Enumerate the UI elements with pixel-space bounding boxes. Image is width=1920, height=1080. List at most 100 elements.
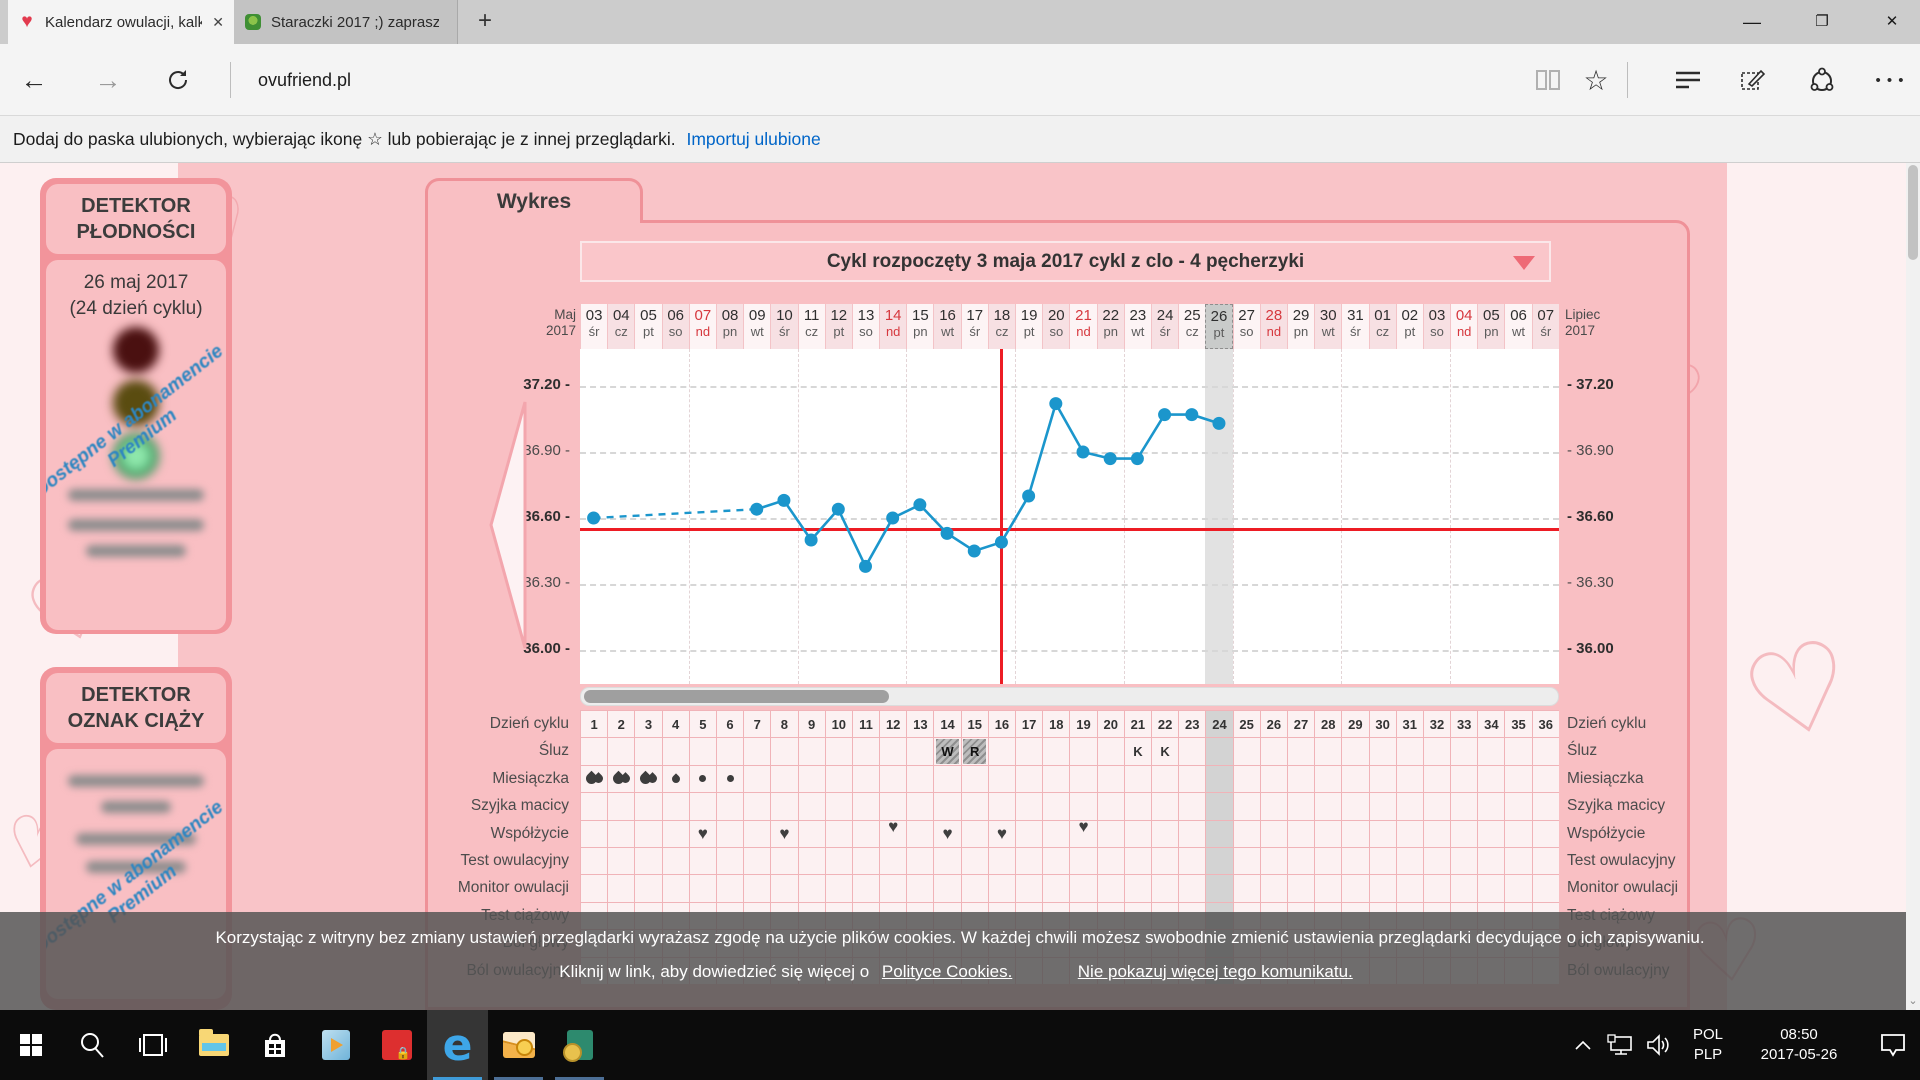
table-cell-Miesiączka-day-15[interactable] [961, 765, 988, 792]
table-cell-Miesiączka-day-26[interactable] [1260, 765, 1287, 792]
table-cell-Współżycie-day-11[interactable] [852, 820, 879, 847]
table-cell-Współżycie-day-26[interactable] [1260, 820, 1287, 847]
table-cell-Monitor owulacji-day-9[interactable] [798, 874, 825, 901]
table-cell-Miesiączka-day-12[interactable] [879, 765, 906, 792]
table-cell-Dzień cyklu-day-14[interactable]: 14 [933, 710, 960, 737]
table-cell-Monitor owulacji-day-27[interactable] [1287, 874, 1314, 901]
tab-kalendarz-owulacji[interactable]: ♥ Kalendarz owulacji, kalk ✕ [8, 0, 234, 44]
table-cell-Monitor owulacji-day-28[interactable] [1314, 874, 1341, 901]
table-cell-Współżycie-day-20[interactable] [1097, 820, 1124, 847]
table-cell-Dzień cyklu-day-7[interactable]: 7 [743, 710, 770, 737]
table-cell-Współżycie-day-8[interactable]: ♥ [770, 820, 797, 847]
table-cell-Test owulacyjny-day-13[interactable] [906, 847, 933, 874]
table-cell-Śluz-day-36[interactable] [1532, 737, 1559, 764]
table-cell-Szyjka macicy-day-29[interactable] [1341, 792, 1368, 819]
table-cell-Test owulacyjny-day-7[interactable] [743, 847, 770, 874]
table-cell-Szyjka macicy-day-9[interactable] [798, 792, 825, 819]
table-cell-Miesiączka-day-27[interactable] [1287, 765, 1314, 792]
table-cell-Dzień cyklu-day-35[interactable]: 35 [1504, 710, 1531, 737]
table-cell-Współżycie-day-3[interactable] [634, 820, 661, 847]
table-cell-Śluz-day-4[interactable] [662, 737, 689, 764]
table-cell-Miesiączka-day-22[interactable] [1151, 765, 1178, 792]
table-cell-Miesiączka-day-9[interactable] [798, 765, 825, 792]
table-cell-Test owulacyjny-day-23[interactable] [1178, 847, 1205, 874]
previous-cycle-arrow[interactable] [488, 399, 528, 656]
import-favorites-link[interactable]: Importuj ulubione [686, 129, 820, 149]
table-cell-Test owulacyjny-day-28[interactable] [1314, 847, 1341, 874]
table-cell-Miesiączka-day-10[interactable] [825, 765, 852, 792]
table-cell-Współżycie-day-30[interactable] [1369, 820, 1396, 847]
media-player-button[interactable] [305, 1010, 366, 1080]
table-cell-Miesiączka-day-36[interactable] [1532, 765, 1559, 792]
table-cell-Dzień cyklu-day-17[interactable]: 17 [1015, 710, 1042, 737]
table-cell-Test owulacyjny-day-26[interactable] [1260, 847, 1287, 874]
table-cell-Szyjka macicy-day-22[interactable] [1151, 792, 1178, 819]
table-cell-Monitor owulacji-day-2[interactable] [607, 874, 634, 901]
table-cell-Dzień cyklu-day-13[interactable]: 13 [906, 710, 933, 737]
table-cell-Monitor owulacji-day-25[interactable] [1233, 874, 1260, 901]
table-cell-Szyjka macicy-day-5[interactable] [689, 792, 716, 819]
table-cell-Monitor owulacji-day-21[interactable] [1124, 874, 1151, 901]
table-cell-Szyjka macicy-day-26[interactable] [1260, 792, 1287, 819]
table-cell-Śluz-day-19[interactable] [1069, 737, 1096, 764]
table-cell-Współżycie-day-24[interactable] [1205, 820, 1232, 847]
table-cell-Dzień cyklu-day-25[interactable]: 25 [1233, 710, 1260, 737]
table-cell-Dzień cyklu-day-27[interactable]: 27 [1287, 710, 1314, 737]
table-cell-Szyjka macicy-day-33[interactable] [1450, 792, 1477, 819]
table-cell-Szyjka macicy-day-18[interactable] [1042, 792, 1069, 819]
table-cell-Szyjka macicy-day-11[interactable] [852, 792, 879, 819]
table-cell-Szyjka macicy-day-36[interactable] [1532, 792, 1559, 819]
table-cell-Współżycie-day-4[interactable] [662, 820, 689, 847]
table-cell-Miesiączka-day-28[interactable] [1314, 765, 1341, 792]
table-cell-Śluz-day-23[interactable] [1178, 737, 1205, 764]
table-cell-Dzień cyklu-day-36[interactable]: 36 [1532, 710, 1559, 737]
table-cell-Śluz-day-11[interactable] [852, 737, 879, 764]
table-cell-Szyjka macicy-day-34[interactable] [1477, 792, 1504, 819]
table-cell-Szyjka macicy-day-35[interactable] [1504, 792, 1531, 819]
table-cell-Test owulacyjny-day-25[interactable] [1233, 847, 1260, 874]
table-cell-Monitor owulacji-day-23[interactable] [1178, 874, 1205, 901]
table-cell-Współżycie-day-22[interactable] [1151, 820, 1178, 847]
table-cell-Szyjka macicy-day-30[interactable] [1369, 792, 1396, 819]
table-cell-Monitor owulacji-day-4[interactable] [662, 874, 689, 901]
table-cell-Miesiączka-day-24[interactable] [1205, 765, 1232, 792]
table-cell-Monitor owulacji-day-33[interactable] [1450, 874, 1477, 901]
table-cell-Monitor owulacji-day-13[interactable] [906, 874, 933, 901]
table-cell-Śluz-day-12[interactable] [879, 737, 906, 764]
action-center-button[interactable] [1868, 1010, 1918, 1080]
table-cell-Śluz-day-13[interactable] [906, 737, 933, 764]
table-cell-Miesiączka-day-20[interactable] [1097, 765, 1124, 792]
table-cell-Monitor owulacji-day-6[interactable] [716, 874, 743, 901]
table-cell-Śluz-day-24[interactable] [1205, 737, 1232, 764]
table-cell-Szyjka macicy-day-2[interactable] [607, 792, 634, 819]
table-cell-Miesiączka-day-31[interactable] [1396, 765, 1423, 792]
table-cell-Monitor owulacji-day-5[interactable] [689, 874, 716, 901]
table-cell-Współżycie-day-1[interactable] [580, 820, 607, 847]
table-cell-Śluz-day-10[interactable] [825, 737, 852, 764]
table-cell-Monitor owulacji-day-32[interactable] [1423, 874, 1450, 901]
table-cell-Monitor owulacji-day-34[interactable] [1477, 874, 1504, 901]
table-cell-Śluz-day-35[interactable] [1504, 737, 1531, 764]
table-cell-Szyjka macicy-day-28[interactable] [1314, 792, 1341, 819]
new-tab-button[interactable]: + [468, 7, 502, 37]
table-cell-Monitor owulacji-day-15[interactable] [961, 874, 988, 901]
table-cell-Test owulacyjny-day-31[interactable] [1396, 847, 1423, 874]
outlook-button[interactable] [488, 1010, 549, 1080]
table-cell-Test owulacyjny-day-30[interactable] [1369, 847, 1396, 874]
table-cell-Śluz-day-14[interactable]: W [933, 737, 960, 764]
table-cell-Miesiączka-day-29[interactable] [1341, 765, 1368, 792]
table-cell-Szyjka macicy-day-12[interactable] [879, 792, 906, 819]
table-cell-Dzień cyklu-day-34[interactable]: 34 [1477, 710, 1504, 737]
table-cell-Monitor owulacji-day-16[interactable] [988, 874, 1015, 901]
table-cell-Współżycie-day-5[interactable]: ♥ [689, 820, 716, 847]
table-cell-Śluz-day-29[interactable] [1341, 737, 1368, 764]
table-cell-Dzień cyklu-day-16[interactable]: 16 [988, 710, 1015, 737]
scrollbar-thumb[interactable] [584, 690, 889, 703]
tray-show-hidden-icons-button[interactable] [1565, 1010, 1601, 1080]
table-cell-Test owulacyjny-day-33[interactable] [1450, 847, 1477, 874]
table-cell-Test owulacyjny-day-18[interactable] [1042, 847, 1069, 874]
chart-horizontal-scrollbar[interactable] [580, 687, 1559, 706]
table-cell-Test owulacyjny-day-1[interactable] [580, 847, 607, 874]
table-cell-Miesiączka-day-1[interactable] [580, 765, 607, 792]
table-cell-Współżycie-day-34[interactable] [1477, 820, 1504, 847]
